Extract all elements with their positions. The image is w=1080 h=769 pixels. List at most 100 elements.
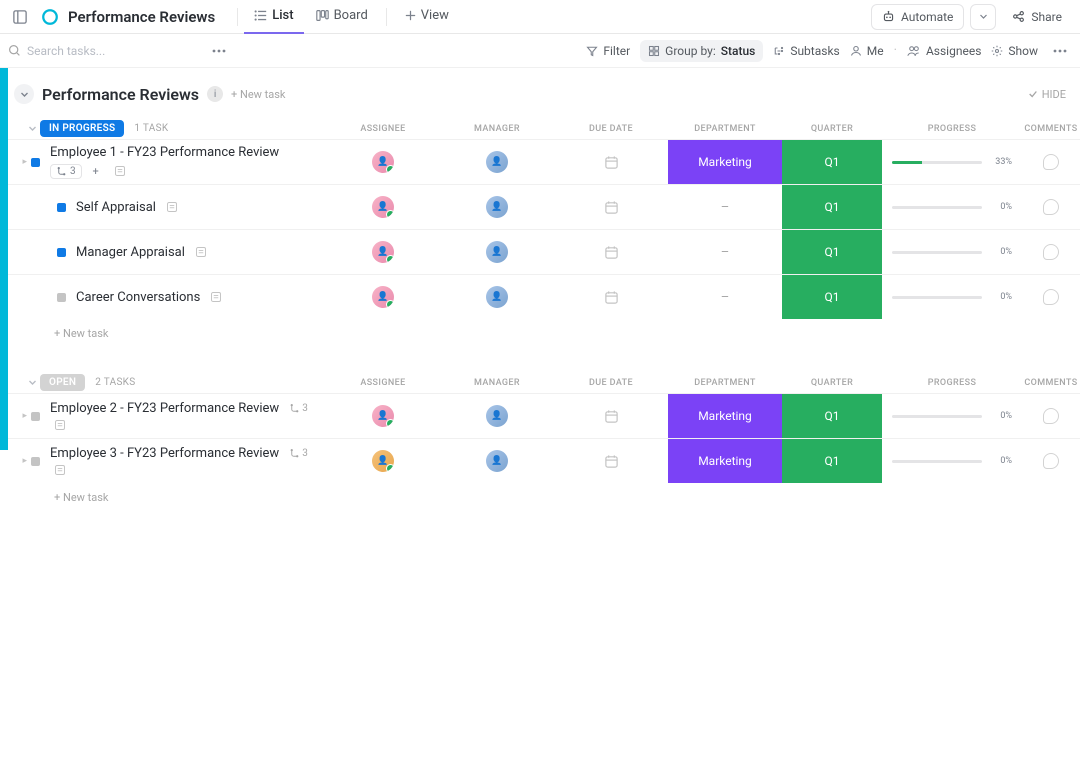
avatar[interactable]: 👤 [372,241,394,263]
space-logo[interactable] [38,5,62,29]
subtask-count[interactable]: 3 [289,448,308,459]
avatar[interactable]: 👤 [486,196,508,218]
progress-cell[interactable]: 33% [882,140,1022,184]
quarter-cell[interactable]: Q1 [782,140,882,184]
status-pill[interactable]: OPEN [40,374,85,391]
status-square[interactable] [31,457,40,466]
comment-icon[interactable] [1043,199,1059,215]
comment-icon[interactable] [1043,453,1059,469]
department-cell[interactable]: – [668,275,782,319]
due-date-cell[interactable] [554,439,668,483]
task-name[interactable]: Employee 1 - FY23 Performance Review [44,145,279,160]
comments-cell[interactable] [1022,185,1080,229]
group-collapse-toggle[interactable] [24,124,40,133]
expand-toggle[interactable]: ▸ [22,411,27,421]
quarter-cell[interactable]: Q1 [782,275,882,319]
avatar[interactable]: 👤 [486,241,508,263]
status-square[interactable] [57,293,66,302]
note-icon[interactable] [210,291,222,303]
progress-cell[interactable]: 0% [882,230,1022,274]
col-due-date[interactable]: DUE DATE [554,378,668,388]
avatar[interactable]: 👤 [372,286,394,308]
share-button[interactable]: Share [1002,4,1072,30]
comments-cell[interactable] [1022,230,1080,274]
hide-button[interactable]: HIDE [1028,88,1066,101]
tab-board[interactable]: Board [306,0,378,34]
quarter-cell[interactable]: Q1 [782,439,882,483]
status-square[interactable] [31,412,40,421]
department-cell[interactable]: – [668,185,782,229]
comments-cell[interactable] [1022,439,1080,483]
due-date-cell[interactable] [554,394,668,438]
col-assignee[interactable]: ASSIGNEE [326,124,440,134]
avatar[interactable]: 👤 [372,405,394,427]
manager-cell[interactable]: 👤 [440,439,554,483]
new-task-link[interactable]: + New task [0,483,1080,518]
col-assignee[interactable]: ASSIGNEE [326,378,440,388]
due-date-cell[interactable] [554,185,668,229]
section-title[interactable]: Performance Reviews [42,85,199,104]
expand-toggle[interactable]: ▸ [22,456,27,466]
status-square[interactable] [31,158,40,167]
subtasks-button[interactable]: Subtasks [773,44,839,58]
assignees-button[interactable]: Assignees [907,44,981,58]
col-progress[interactable]: PROGRESS [882,124,1022,134]
task-name[interactable]: Employee 2 - FY23 Performance Review [44,401,279,416]
avatar[interactable]: 👤 [372,151,394,173]
col-department[interactable]: DEPARTMENT [668,378,782,388]
quarter-cell[interactable]: Q1 [782,185,882,229]
assignee-cell[interactable]: 👤 [326,394,440,438]
col-due-date[interactable]: DUE DATE [554,124,668,134]
avatar[interactable]: 👤 [486,405,508,427]
comments-cell[interactable] [1022,394,1080,438]
due-date-cell[interactable] [554,275,668,319]
col-department[interactable]: DEPARTMENT [668,124,782,134]
search-input[interactable] [27,44,147,58]
tab-list[interactable]: List [244,0,303,34]
more-menu-icon[interactable] [1048,39,1072,63]
progress-cell[interactable]: 0% [882,394,1022,438]
quarter-cell[interactable]: Q1 [782,230,882,274]
manager-cell[interactable]: 👤 [440,275,554,319]
page-title[interactable]: Performance Reviews [68,8,215,26]
show-button[interactable]: Show [991,44,1038,58]
add-subtask-button[interactable]: + [88,163,104,179]
note-icon[interactable] [54,464,66,476]
me-button[interactable]: Me [850,44,884,58]
subtask-count-chip[interactable]: 3 [50,164,82,179]
comment-icon[interactable] [1043,408,1059,424]
status-square[interactable] [57,248,66,257]
col-manager[interactable]: MANAGER [440,124,554,134]
quarter-cell[interactable]: Q1 [782,394,882,438]
comment-icon[interactable] [1043,244,1059,260]
assignee-cell[interactable]: 👤 [326,140,440,184]
avatar[interactable]: 👤 [486,151,508,173]
manager-cell[interactable]: 👤 [440,185,554,229]
manager-cell[interactable]: 👤 [440,230,554,274]
department-cell[interactable]: Marketing [668,394,782,438]
progress-cell[interactable]: 0% [882,185,1022,229]
col-progress[interactable]: PROGRESS [882,378,1022,388]
col-comments[interactable]: COMMENTS [1022,124,1080,134]
section-new-task[interactable]: + New task [231,88,285,101]
status-square[interactable] [57,203,66,212]
manager-cell[interactable]: 👤 [440,140,554,184]
col-manager[interactable]: MANAGER [440,378,554,388]
avatar[interactable]: 👤 [372,450,394,472]
comments-cell[interactable] [1022,275,1080,319]
subtask-count[interactable]: 3 [289,403,308,414]
avatar[interactable]: 👤 [486,450,508,472]
section-collapse-toggle[interactable] [14,84,34,104]
comment-icon[interactable] [1043,154,1059,170]
assignee-cell[interactable]: 👤 [326,275,440,319]
new-task-link[interactable]: + New task [0,319,1080,354]
status-pill[interactable]: IN PROGRESS [40,120,124,137]
department-cell[interactable]: – [668,230,782,274]
expand-toggle[interactable]: ▸ [22,157,27,167]
info-icon[interactable]: i [207,86,223,102]
department-cell[interactable]: Marketing [668,439,782,483]
note-icon[interactable] [114,165,126,177]
progress-cell[interactable]: 0% [882,439,1022,483]
avatar[interactable]: 👤 [486,286,508,308]
comment-icon[interactable] [1043,289,1059,305]
